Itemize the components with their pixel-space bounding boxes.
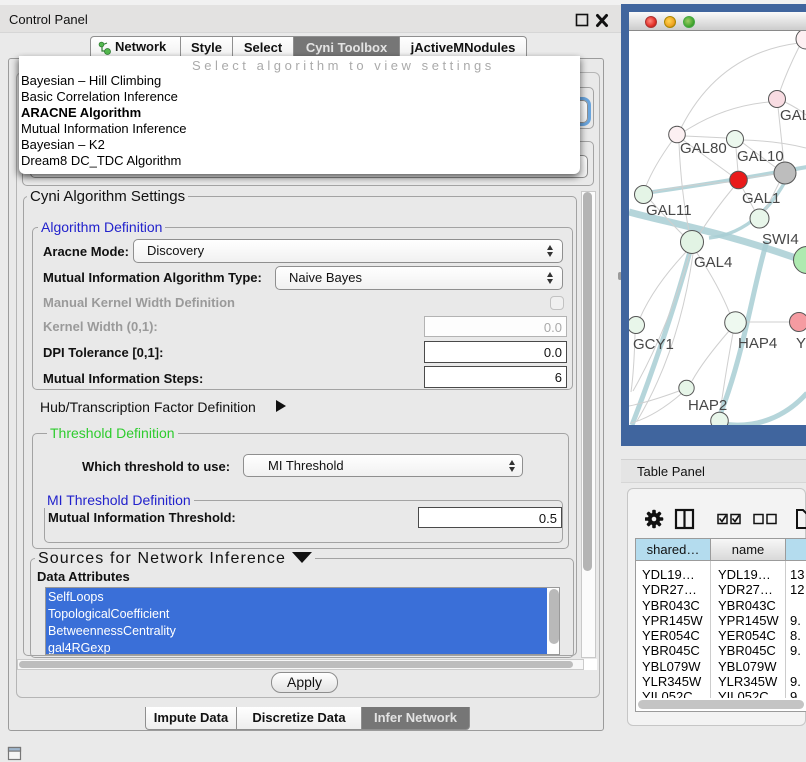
svg-text:GAL80: GAL80: [680, 140, 727, 157]
svg-text:GCY1: GCY1: [633, 336, 674, 353]
svg-text:GAL4: GAL4: [694, 254, 732, 271]
svg-text:HAP4: HAP4: [738, 335, 777, 352]
svg-text:GAL10: GAL10: [737, 148, 784, 165]
svg-text:GAL2: GAL2: [780, 107, 806, 124]
svg-text:GAL1: GAL1: [742, 190, 780, 207]
svg-text:Y: Y: [796, 335, 806, 352]
svg-text:GAL11: GAL11: [646, 202, 692, 219]
svg-text:SWI4: SWI4: [762, 231, 799, 248]
svg-text:HAP2: HAP2: [688, 397, 727, 414]
